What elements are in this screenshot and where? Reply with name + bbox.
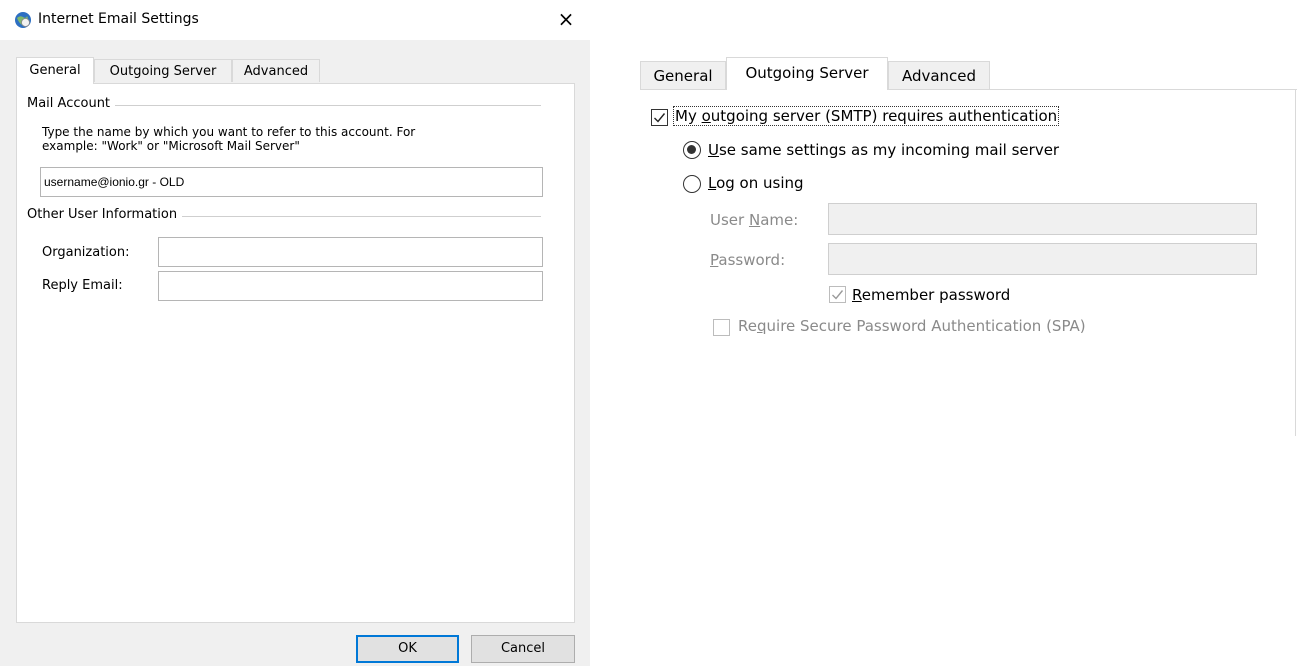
password-label: Password: — [710, 251, 786, 269]
smtp-auth-checkbox[interactable] — [651, 109, 668, 126]
tab-general[interactable]: General — [640, 61, 726, 89]
use-same-settings-label[interactable]: Use same settings as my incoming mail se… — [708, 141, 1059, 159]
dialog-title: Internet Email Settings — [38, 11, 199, 27]
checkmark-icon — [654, 113, 666, 123]
close-icon[interactable]: × — [556, 8, 576, 30]
account-name-input[interactable]: username@ionio.gr - OLD — [40, 167, 543, 197]
globe-mail-icon — [14, 11, 32, 29]
checkmark-icon — [832, 290, 844, 300]
tab-outgoing-server[interactable]: Outgoing Server — [726, 57, 888, 90]
tab-panel-right-border — [1295, 90, 1296, 436]
general-tab-panel: Mail Account Type the name by which you … — [16, 83, 575, 623]
other-user-info-group-label: Other User Information — [27, 207, 183, 222]
ok-button[interactable]: OK — [356, 635, 459, 663]
tab-advanced[interactable]: Advanced — [888, 61, 990, 89]
instruction-text-line2: example: "Work" or "Microsoft Mail Serve… — [42, 139, 300, 153]
user-name-label: User Name: — [710, 211, 799, 229]
internet-email-settings-dialog: Internet Email Settings × General Outgoi… — [0, 0, 590, 666]
radio-selected-dot — [687, 145, 696, 154]
log-on-using-radio[interactable] — [683, 175, 701, 193]
instruction-text-line1: Type the name by which you want to refer… — [42, 125, 416, 139]
spa-label[interactable]: Require Secure Password Authentication (… — [738, 317, 1086, 335]
tab-advanced[interactable]: Advanced — [232, 59, 320, 82]
title-bar: Internet Email Settings × — [0, 0, 590, 40]
log-on-using-label[interactable]: Log on using — [708, 174, 804, 192]
remember-password-label[interactable]: Remember password — [852, 286, 1010, 304]
password-input[interactable] — [828, 243, 1257, 275]
use-same-settings-radio[interactable] — [683, 141, 701, 159]
smtp-auth-label[interactable]: My outgoing server (SMTP) requires authe… — [672, 106, 1060, 126]
user-name-input[interactable] — [828, 203, 1257, 235]
tab-general[interactable]: General — [16, 57, 94, 84]
remember-password-checkbox[interactable] — [829, 286, 846, 303]
mail-account-group-label: Mail Account — [27, 96, 116, 111]
cancel-button[interactable]: Cancel — [471, 635, 575, 663]
reply-email-label: Reply Email: — [42, 278, 123, 293]
spa-checkbox[interactable] — [713, 319, 730, 336]
reply-email-input[interactable] — [158, 271, 543, 301]
tab-outgoing-server[interactable]: Outgoing Server — [94, 59, 232, 82]
organization-label: Organization: — [42, 245, 130, 260]
organization-input[interactable] — [158, 237, 543, 267]
